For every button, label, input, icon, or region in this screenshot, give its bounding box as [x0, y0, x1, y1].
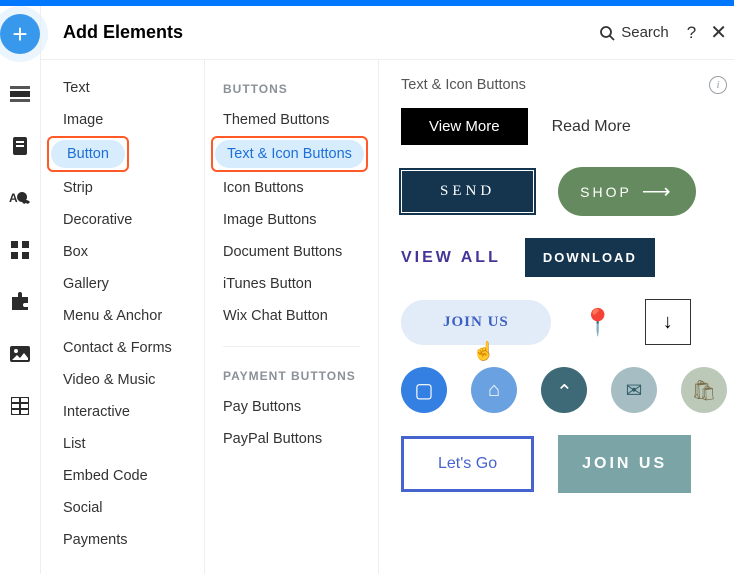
media-icon[interactable]: [8, 342, 32, 366]
category-decorative[interactable]: Decorative: [41, 204, 204, 236]
divider: [223, 346, 360, 347]
search-button[interactable]: Search: [599, 24, 669, 41]
sample-file-circle[interactable]: ▢: [401, 367, 447, 413]
sub-icon-buttons[interactable]: Icon Buttons: [205, 172, 378, 204]
category-menu-anchor[interactable]: Menu & Anchor: [41, 300, 204, 332]
file-icon: ▢: [415, 378, 434, 403]
sample-view-all[interactable]: VIEW ALL: [401, 249, 501, 267]
home-icon: ⌂: [488, 379, 500, 402]
sample-home-circle[interactable]: ⌂: [471, 367, 517, 413]
category-image[interactable]: Image: [41, 104, 204, 136]
category-contact-forms[interactable]: Contact & Forms: [41, 332, 204, 364]
sample-join-us-2[interactable]: JOIN US: [558, 435, 691, 493]
category-gallery[interactable]: Gallery: [41, 268, 204, 300]
category-strip[interactable]: Strip: [41, 172, 204, 204]
category-box[interactable]: Box: [41, 236, 204, 268]
map-pin-icon: 📍: [582, 307, 614, 338]
sub-image-buttons[interactable]: Image Buttons: [205, 204, 378, 236]
category-video-music[interactable]: Video & Music: [41, 364, 204, 396]
preview-pane: Text & Icon Buttons i View More Read Mor…: [379, 60, 734, 574]
sample-download-icon[interactable]: ↓: [645, 299, 691, 345]
sample-join-us[interactable]: JOIN US: [401, 300, 551, 345]
sample-shop[interactable]: SHOP: [558, 167, 695, 216]
category-embed-code[interactable]: Embed Code: [41, 460, 204, 492]
sub-paypal-buttons[interactable]: PayPal Buttons: [205, 423, 378, 455]
category-interactive[interactable]: Interactive: [41, 396, 204, 428]
download-icon: ↓: [663, 311, 673, 334]
section-icon[interactable]: [8, 82, 32, 106]
sub-themed-buttons[interactable]: Themed Buttons: [205, 104, 378, 136]
sample-view-more[interactable]: View More: [401, 108, 528, 145]
preview-title: Text & Icon Buttons: [401, 77, 526, 93]
data-icon[interactable]: [8, 394, 32, 418]
sample-download[interactable]: DOWNLOAD: [525, 238, 655, 277]
sub-wix-chat-button[interactable]: Wix Chat Button: [205, 300, 378, 332]
sample-pin-icon[interactable]: 📍: [575, 299, 621, 345]
design-icon[interactable]: A: [8, 186, 32, 210]
shopping-bag-icon: 🛍: [691, 378, 716, 403]
chevron-up-icon: ⌄: [556, 378, 573, 403]
category-social[interactable]: Social: [41, 492, 204, 524]
sample-send[interactable]: SEND: [401, 170, 534, 213]
category-text[interactable]: Text: [41, 72, 204, 104]
sample-read-more[interactable]: Read More: [552, 118, 631, 136]
sample-up-circle[interactable]: ⌄: [541, 367, 587, 413]
help-button[interactable]: ?: [687, 23, 696, 43]
sample-mail-circle[interactable]: ✉: [611, 367, 657, 413]
sub-pay-buttons[interactable]: Pay Buttons: [205, 391, 378, 423]
mail-icon: ✉: [626, 378, 643, 403]
tool-rail: + A: [0, 6, 40, 574]
pages-icon[interactable]: [8, 134, 32, 158]
sample-bag-circle[interactable]: 🛍: [681, 367, 727, 413]
category-list[interactable]: List: [41, 428, 204, 460]
sub-itunes-button[interactable]: iTunes Button: [205, 268, 378, 300]
sub-text-icon-buttons[interactable]: Text & Icon Buttons: [215, 140, 364, 168]
panel-header: Add Elements Search ? ✕: [41, 6, 734, 60]
section-buttons-heading: BUTTONS: [205, 74, 378, 104]
sub-document-buttons[interactable]: Document Buttons: [205, 236, 378, 268]
info-icon[interactable]: i: [709, 76, 727, 94]
svg-text:A: A: [9, 191, 18, 205]
section-payment-heading: PAYMENT BUTTONS: [205, 361, 378, 391]
apps-icon[interactable]: [8, 238, 32, 262]
search-icon: [599, 25, 615, 41]
addons-icon[interactable]: [8, 290, 32, 314]
panel-title: Add Elements: [63, 22, 599, 43]
category-list: Text Image Button Strip Decorative Box G…: [41, 60, 205, 574]
sample-lets-go[interactable]: Let's Go: [401, 436, 534, 492]
subcategory-list: BUTTONS Themed Buttons Text & Icon Butto…: [205, 60, 379, 574]
add-element-button[interactable]: +: [0, 14, 40, 54]
category-button[interactable]: Button: [51, 140, 125, 168]
close-button[interactable]: ✕: [710, 20, 727, 45]
category-payments[interactable]: Payments: [41, 524, 204, 556]
